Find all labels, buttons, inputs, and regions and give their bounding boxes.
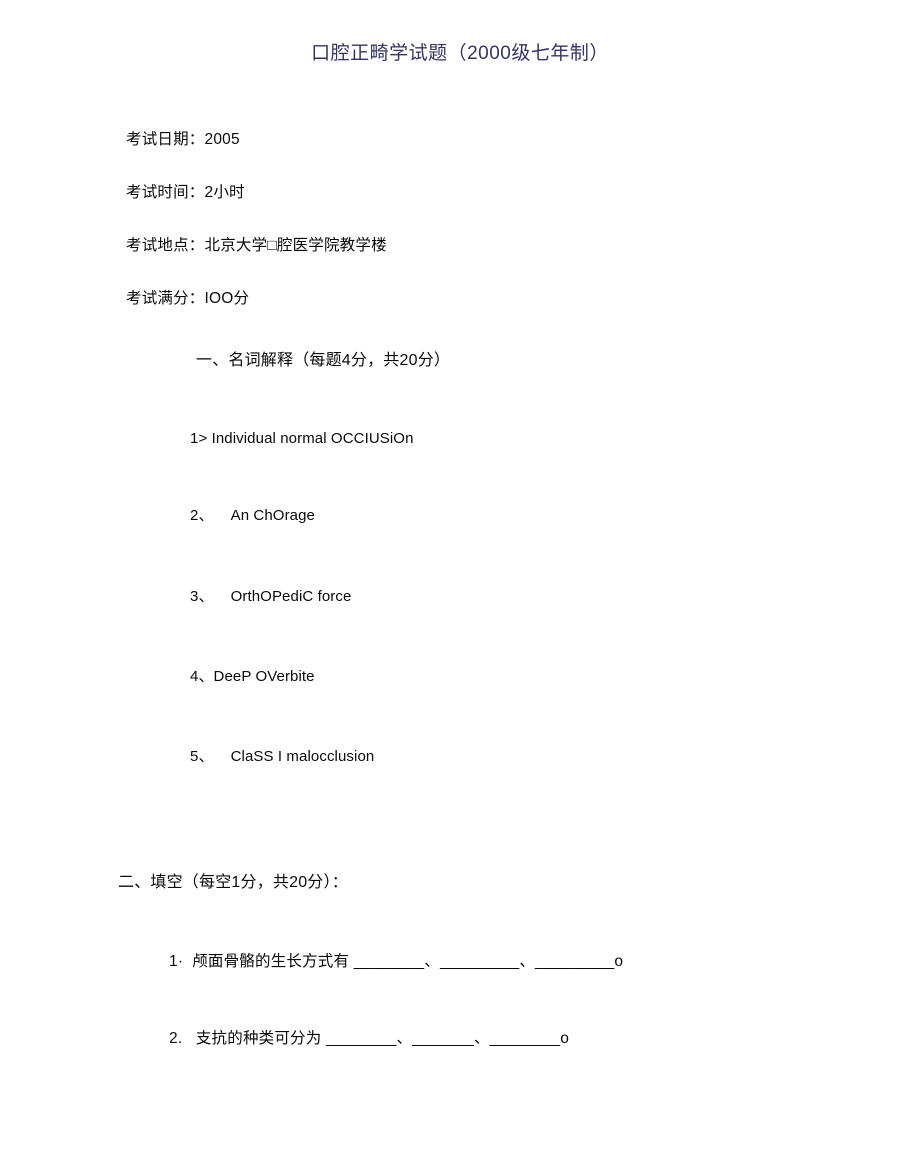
list-item: 1· 颅面骨骼的生长方式有 ________、_________、_______…	[169, 953, 624, 970]
exam-location-line: 考试地点：北京大学□腔医学院教学楼	[126, 237, 387, 254]
exam-paper-page: 口腔正畸学试题（2000级七年制） 考试日期：2005 考试时间：2小时 考试地…	[0, 0, 920, 1154]
exam-date-line: 考试日期：2005	[126, 131, 240, 148]
list-item: 1> Individual normal OCCIUSiOn	[190, 430, 414, 447]
section-heading-fill-in-blanks: 二、填空（每空1分，共20分）：	[118, 874, 348, 891]
exam-total-score-line: 考试满分：IOO分	[126, 290, 250, 307]
list-item: 5、 ClaSS I malocclusion	[190, 748, 375, 765]
exam-duration-line: 考试时间：2小时	[126, 184, 245, 201]
list-item: 2. 支抗的种类可分为 ________、_______、________o	[169, 1030, 570, 1047]
section-heading-definitions: 一、名词解释（每题4分，共20分）	[196, 352, 451, 369]
page-title: 口腔正畸学试题（2000级七年制）	[311, 43, 609, 64]
list-item: 4、DeeP OVerbite	[190, 668, 315, 685]
list-item: 3、 OrthOPediC force	[190, 588, 352, 605]
list-item: 2、 An ChOrage	[190, 507, 315, 524]
